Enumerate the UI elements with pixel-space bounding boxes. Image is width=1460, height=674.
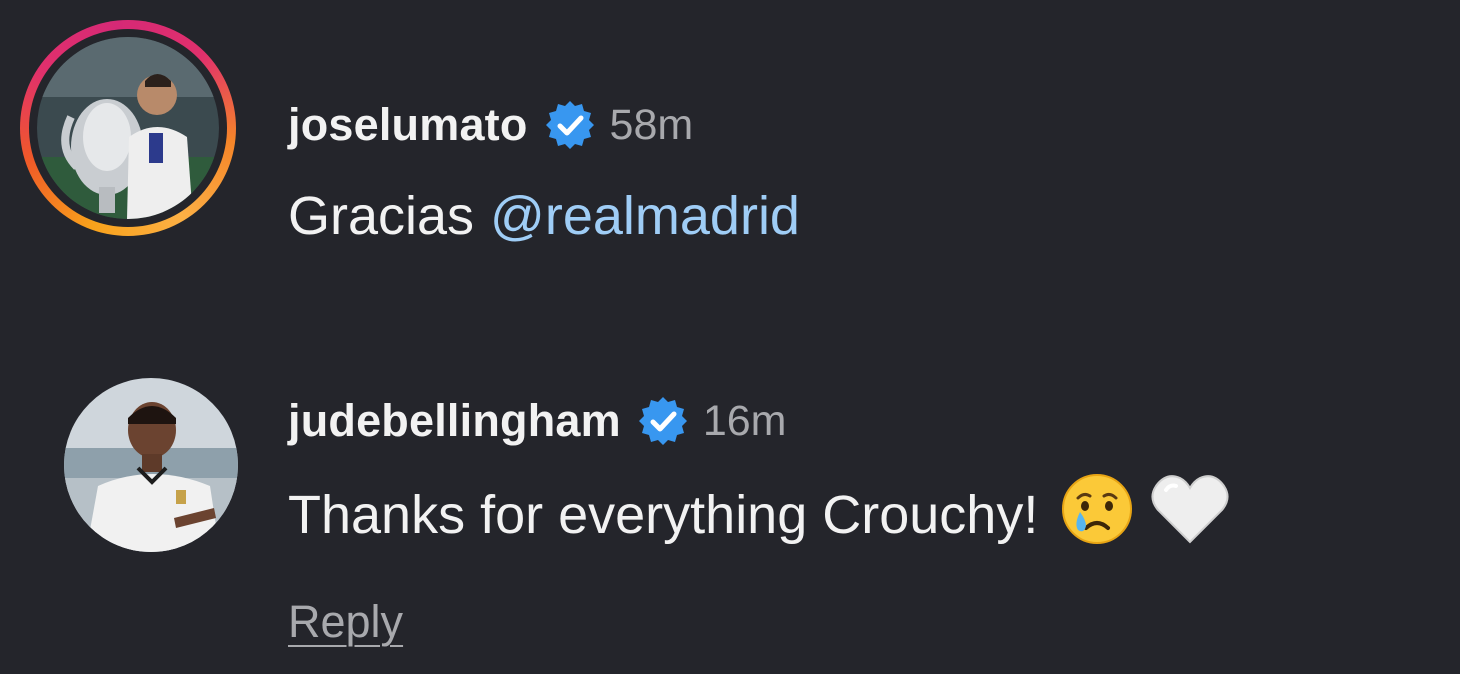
white-heart-emoji xyxy=(1150,472,1230,559)
avatar-joselumato[interactable] xyxy=(20,20,236,236)
comment-header: joselumato 58m xyxy=(288,96,693,154)
avatar-photo xyxy=(37,37,219,219)
reply-button[interactable]: Reply xyxy=(288,596,403,648)
timestamp: 58m xyxy=(609,100,694,149)
mention-link[interactable]: @realmadrid xyxy=(490,185,800,247)
avatar-photo xyxy=(64,378,238,552)
comment-body: Thanks for everything Crouchy! xyxy=(288,485,1039,545)
crying-face-emoji xyxy=(1060,472,1134,559)
username[interactable]: judebellingham xyxy=(288,395,621,447)
verified-badge-icon xyxy=(544,99,596,151)
comment-text: Gracias @realmadrid xyxy=(288,184,800,248)
username[interactable]: joselumato xyxy=(288,99,528,151)
avatar-judebellingham[interactable] xyxy=(64,378,238,552)
comment-text: Thanks for everything Crouchy! xyxy=(288,473,1230,550)
verified-badge-icon xyxy=(637,395,689,447)
comment-body: Gracias xyxy=(288,186,475,246)
story-ring xyxy=(20,20,236,236)
comment-header: judebellingham 16m xyxy=(288,392,787,450)
timestamp: 16m xyxy=(702,396,787,445)
